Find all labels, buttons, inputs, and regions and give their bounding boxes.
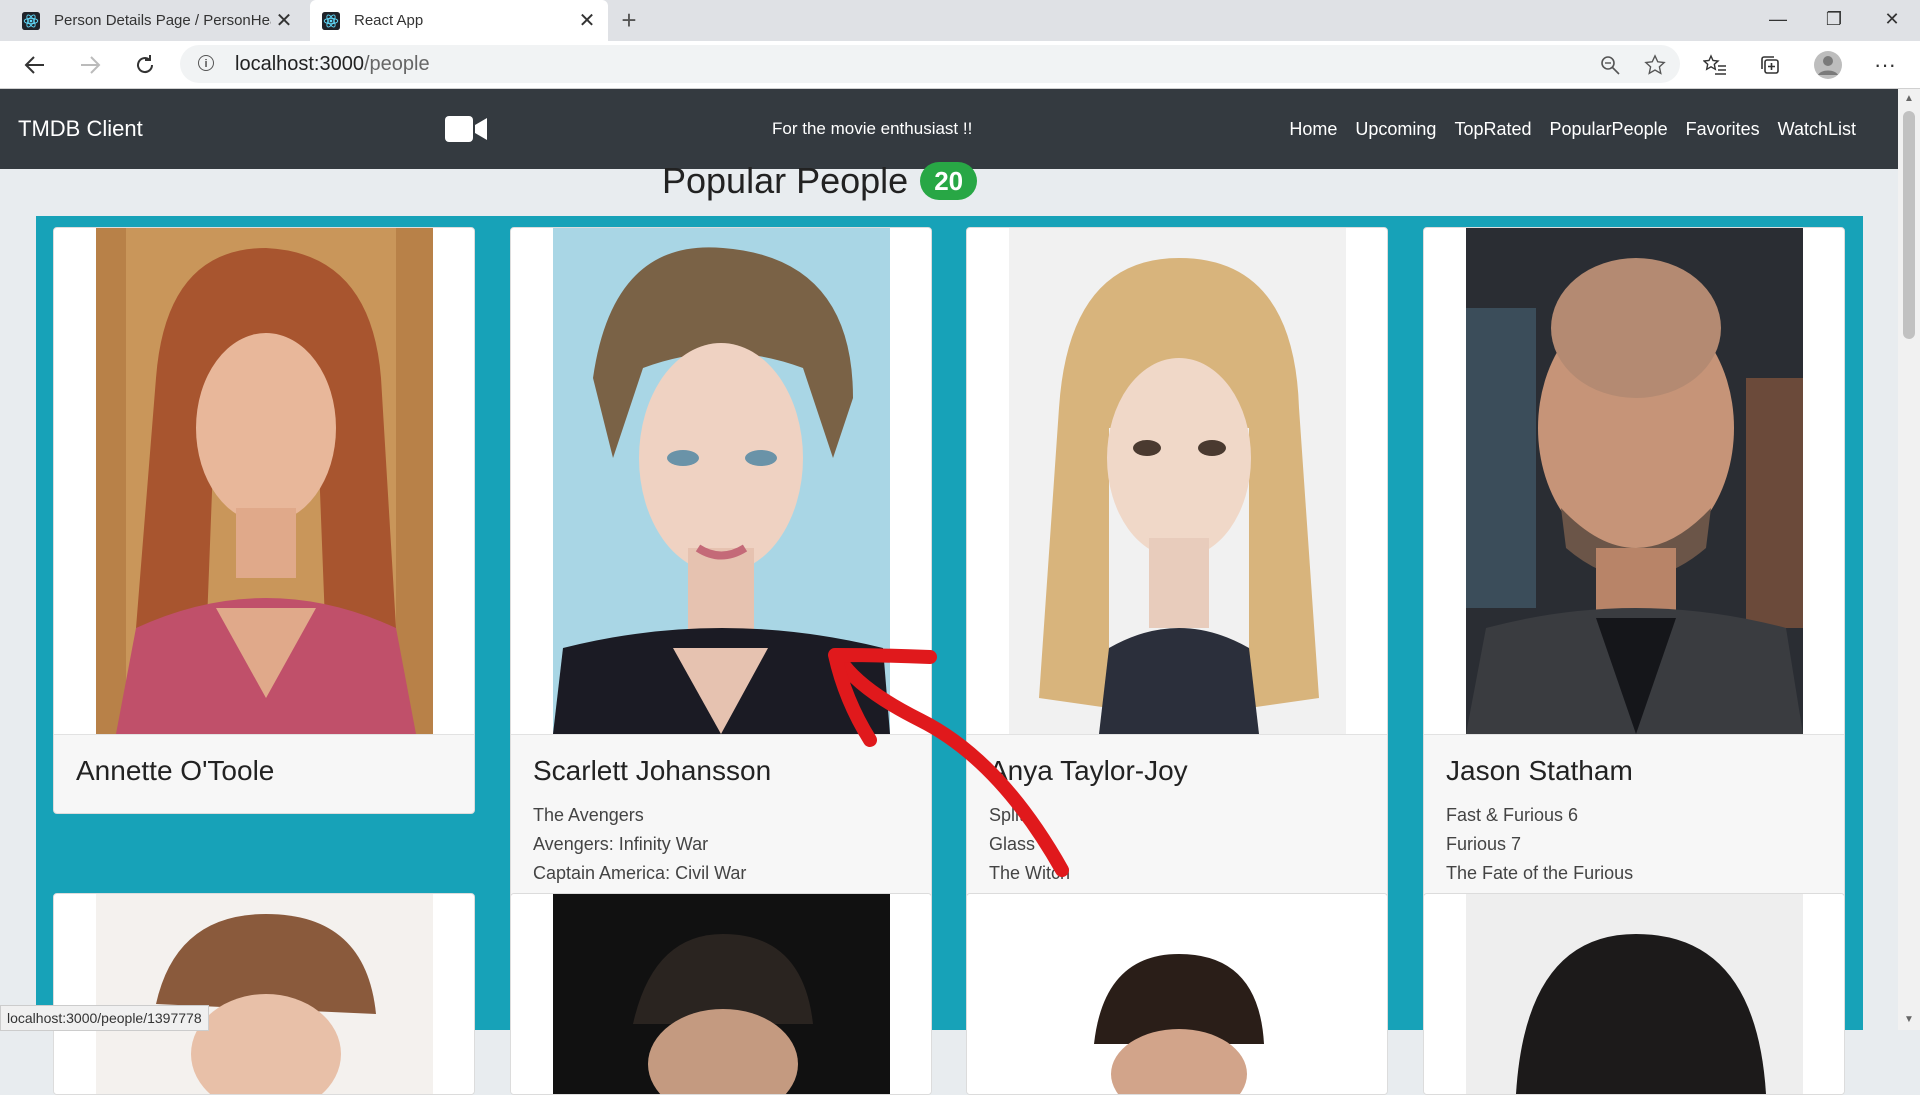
person-photo[interactable] [967, 894, 1387, 1094]
annotation-arrow [828, 648, 1069, 877]
person-photo[interactable] [511, 894, 931, 1094]
person-photo[interactable] [1424, 894, 1844, 1094]
status-url: localhost:3000/people/1397778 [0, 1005, 209, 1031]
scroll-up-icon[interactable]: ▲ [1898, 89, 1920, 109]
person-card[interactable] [510, 893, 932, 1095]
person-photo[interactable] [54, 894, 474, 1094]
person-card[interactable] [966, 893, 1388, 1095]
scroll-thumb[interactable] [1903, 111, 1915, 339]
person-card[interactable] [1423, 893, 1845, 1095]
page-scrollbar[interactable]: ▲ ▼ [1898, 89, 1920, 1030]
person-card[interactable] [53, 893, 475, 1095]
scroll-down-icon[interactable]: ▼ [1898, 1010, 1920, 1030]
